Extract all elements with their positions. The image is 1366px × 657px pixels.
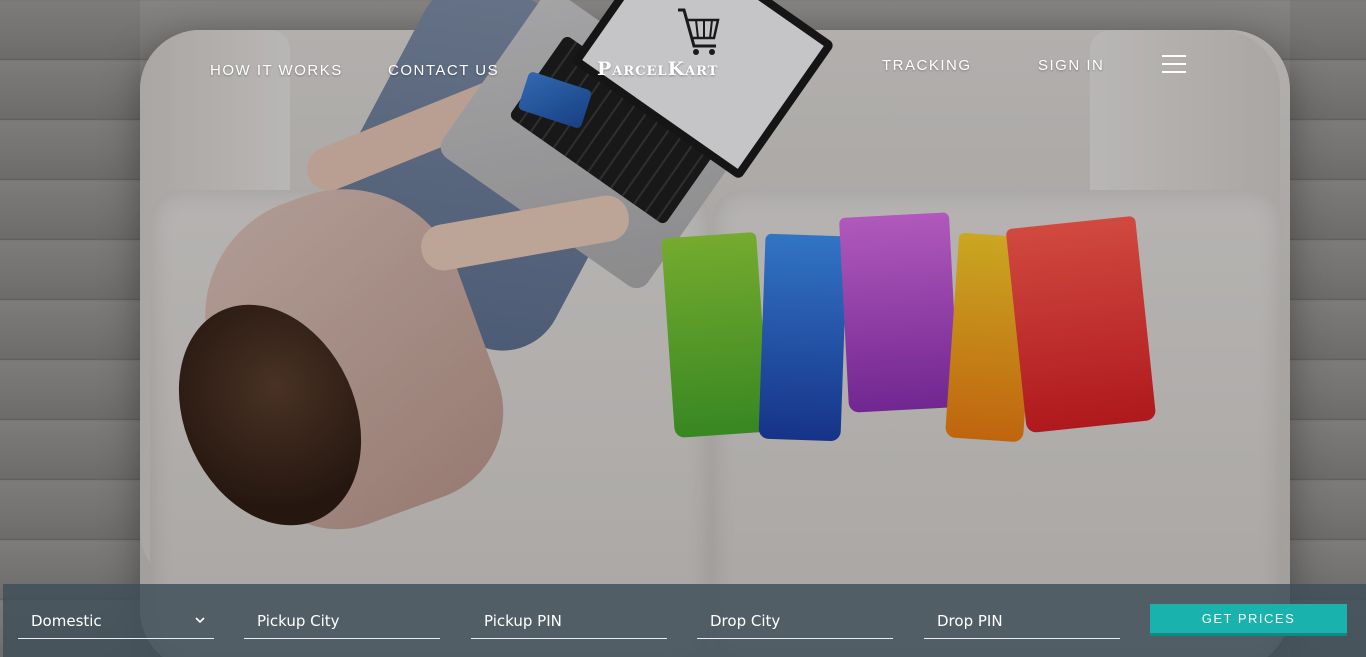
brand-logo[interactable]: ParcelKart <box>597 58 718 80</box>
nav-tracking[interactable]: TRACKING <box>882 57 972 74</box>
pickup-city-placeholder: Pickup City <box>257 612 340 630</box>
drop-city-input[interactable]: Drop City <box>697 604 893 639</box>
shopping-cart-icon <box>678 8 720 55</box>
hero-background-image <box>0 0 1366 657</box>
drop-pin-placeholder: Drop PIN <box>937 612 1003 630</box>
chevron-down-icon <box>195 617 205 624</box>
pickup-pin-input[interactable]: Pickup PIN <box>471 604 667 639</box>
get-prices-button[interactable]: GET PRICES <box>1150 604 1347 636</box>
nav-how-it-works[interactable]: HOW IT WORKS <box>210 62 343 79</box>
nav-sign-in[interactable]: SIGN IN <box>1038 57 1104 74</box>
hamburger-menu-icon[interactable] <box>1162 55 1186 75</box>
drop-city-placeholder: Drop City <box>710 612 781 630</box>
pickup-city-input[interactable]: Pickup City <box>244 604 440 639</box>
nav-contact-us[interactable]: CONTACT US <box>388 62 499 79</box>
shipment-type-select[interactable]: Domestic <box>18 604 214 639</box>
pickup-pin-placeholder: Pickup PIN <box>484 612 562 630</box>
shipment-type-value: Domestic <box>31 612 102 630</box>
drop-pin-input[interactable]: Drop PIN <box>924 604 1120 639</box>
